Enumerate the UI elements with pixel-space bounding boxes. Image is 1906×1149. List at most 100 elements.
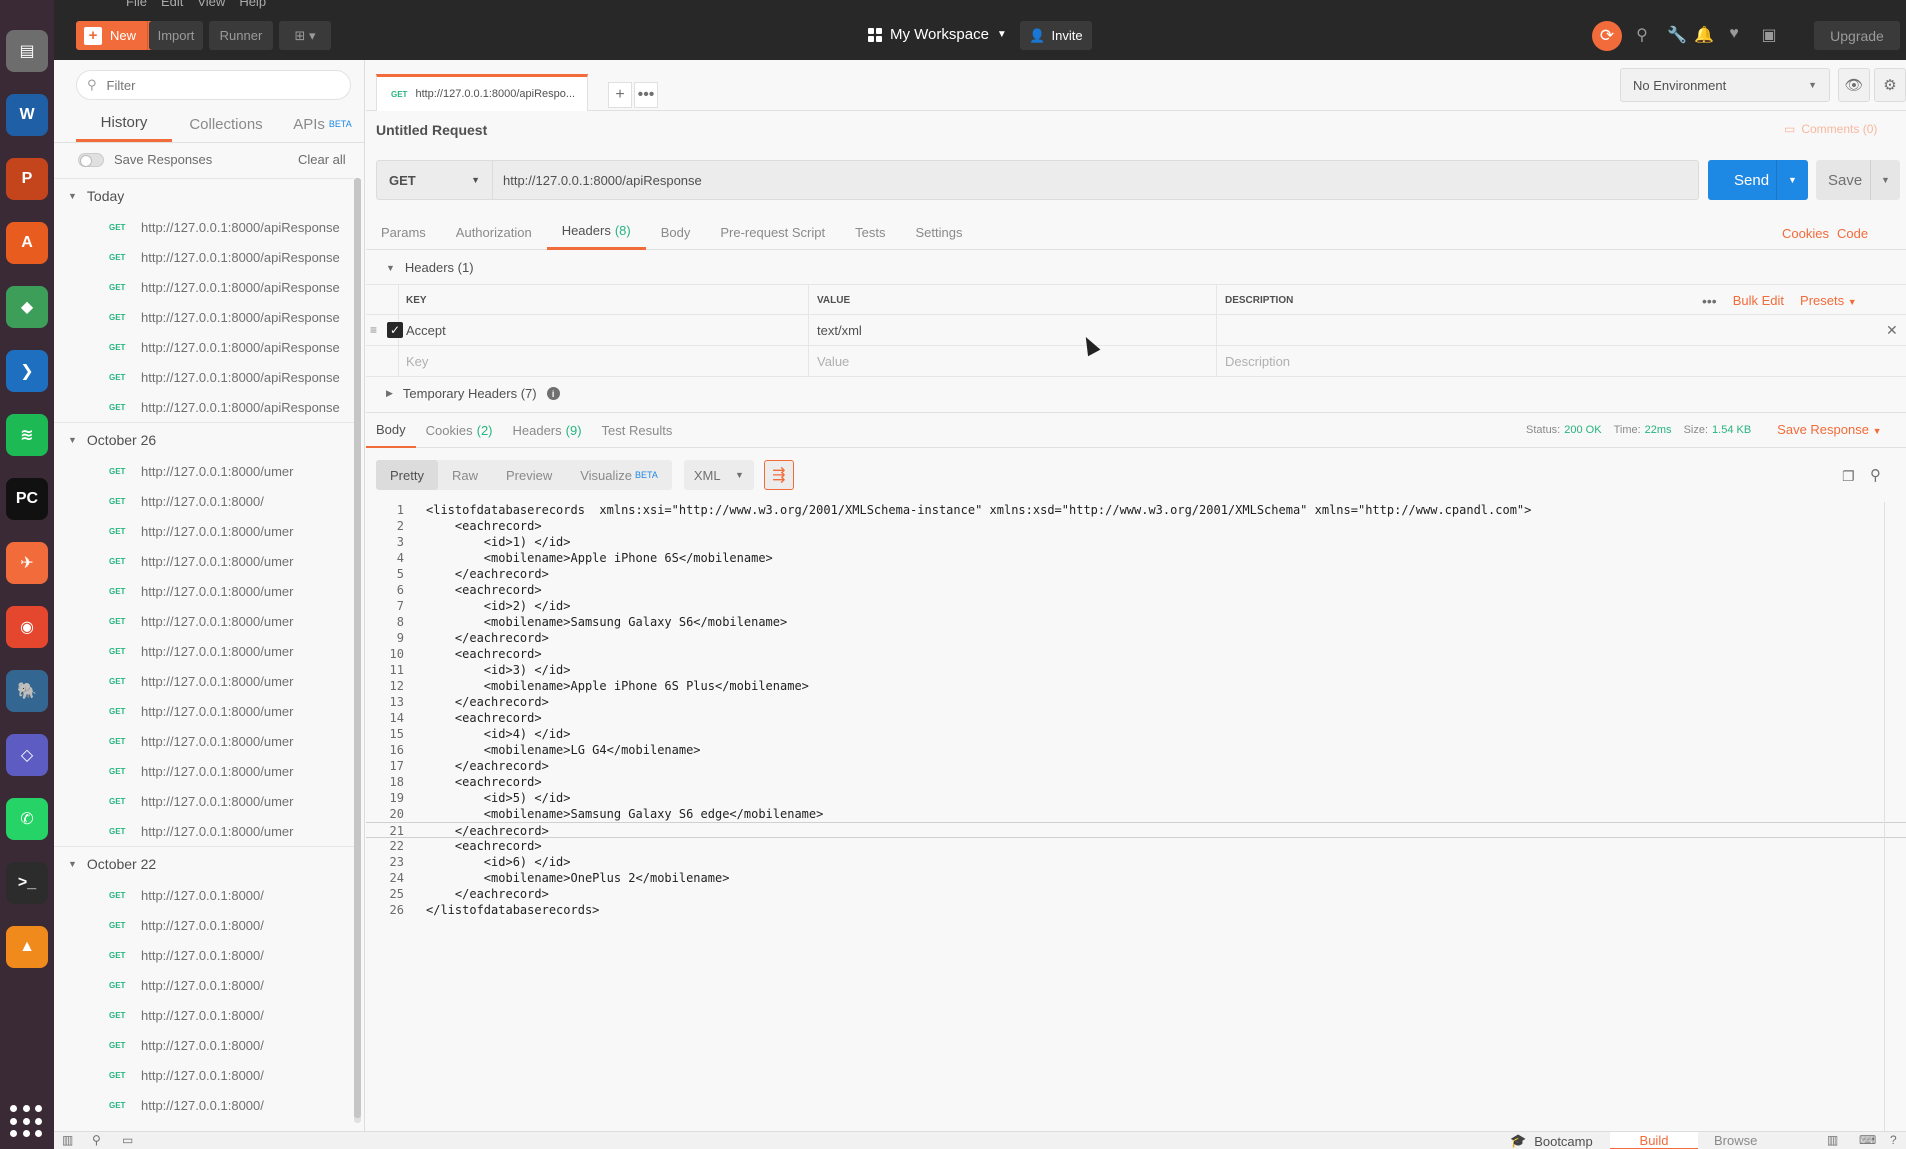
tab-collections[interactable]: Collections bbox=[172, 106, 280, 142]
build-tab[interactable]: Build bbox=[1610, 1132, 1698, 1149]
satellite-icon[interactable]: ⚲ bbox=[1632, 25, 1652, 45]
history-item[interactable]: GET http://127.0.0.1:8000/apiResponse bbox=[54, 332, 354, 362]
console-icon[interactable]: ▭ bbox=[122, 1133, 133, 1147]
sidebar-scrollbar[interactable] bbox=[354, 178, 361, 1123]
history-item[interactable]: GET http://127.0.0.1:8000/umer bbox=[54, 516, 354, 546]
chrome-icon[interactable]: ◉ bbox=[6, 606, 48, 648]
more-tabs-button[interactable]: ••• bbox=[634, 82, 658, 108]
presets-button[interactable]: Presets ▼ bbox=[1800, 293, 1857, 308]
software-center-icon[interactable]: A bbox=[6, 222, 48, 264]
find-icon[interactable]: ⚲ bbox=[92, 1133, 101, 1147]
url-input[interactable]: http://127.0.0.1:8000/apiResponse bbox=[493, 161, 1698, 199]
header-value[interactable]: text/xml bbox=[808, 315, 1216, 346]
writer-icon[interactable]: W bbox=[6, 94, 48, 136]
history-item[interactable]: GET http://127.0.0.1:8000/ bbox=[54, 1000, 354, 1030]
temporary-headers-toggle[interactable]: ▶ Temporary Headers (7) i bbox=[386, 386, 560, 401]
language-select[interactable]: XML ▼ bbox=[683, 460, 754, 490]
format-pretty[interactable]: Pretty bbox=[376, 460, 438, 490]
keyboard-icon[interactable]: ⌨ bbox=[1859, 1133, 1876, 1147]
tab-params[interactable]: Params bbox=[366, 214, 441, 250]
save-dropdown-caret[interactable]: ▼ bbox=[1870, 160, 1900, 200]
workspace-switcher[interactable]: My Workspace ▼ bbox=[868, 26, 1007, 43]
toggle-switch[interactable] bbox=[78, 152, 104, 167]
cookies-link[interactable]: Cookies bbox=[1782, 226, 1829, 241]
filter-input[interactable] bbox=[106, 77, 327, 93]
import-button[interactable]: Import bbox=[149, 21, 203, 50]
postgres-icon[interactable]: 🐘 bbox=[6, 670, 48, 712]
bell-icon[interactable]: 🔔 bbox=[1694, 25, 1714, 45]
tab-pre-request-script[interactable]: Pre-request Script bbox=[705, 214, 840, 250]
sync-icon[interactable]: ⟳ bbox=[1592, 21, 1622, 51]
interceptor-icon[interactable]: ▣ bbox=[1759, 25, 1779, 45]
history-item[interactable]: GET http://127.0.0.1:8000/umer bbox=[54, 666, 354, 696]
browse-tab[interactable]: Browse bbox=[1714, 1133, 1757, 1148]
history-item[interactable]: GET http://127.0.0.1:8000/ bbox=[54, 940, 354, 970]
tab-headers[interactable]: Headers (8) bbox=[546, 214, 646, 250]
search-icon[interactable]: ⚲ bbox=[1870, 466, 1881, 484]
copy-icon[interactable]: ❐ bbox=[1842, 468, 1855, 485]
header-description[interactable] bbox=[1216, 315, 1906, 346]
history-item[interactable]: GET http://127.0.0.1:8000/umer bbox=[54, 756, 354, 786]
format-visualize[interactable]: Visualize BETA bbox=[566, 460, 672, 490]
postman-icon[interactable]: ✈ bbox=[6, 542, 48, 584]
files-icon[interactable]: ▤ bbox=[6, 30, 48, 72]
history-item[interactable]: GET http://127.0.0.1:8000/apiResponse bbox=[54, 212, 354, 242]
response-tab-body[interactable]: Body bbox=[366, 413, 416, 448]
new-value-field[interactable]: Value bbox=[808, 346, 1216, 377]
size-value[interactable]: 1.54 KB bbox=[1712, 424, 1751, 436]
headers-section-toggle[interactable]: ▼ Headers (1) bbox=[386, 260, 474, 275]
history-item[interactable]: GET http://127.0.0.1:8000/ bbox=[54, 970, 354, 1000]
android-studio-icon[interactable]: ◆ bbox=[6, 286, 48, 328]
request-name[interactable]: Untitled Request bbox=[376, 122, 487, 138]
save-response-button[interactable]: Save Response ▼ bbox=[1777, 422, 1881, 437]
comments-button[interactable]: ▭ Comments (0) bbox=[1784, 122, 1877, 136]
history-item[interactable]: GET http://127.0.0.1:8000/ bbox=[54, 1090, 354, 1120]
help-icon[interactable]: ? bbox=[1890, 1133, 1897, 1147]
status-value[interactable]: 200 OK bbox=[1564, 424, 1601, 436]
menu-item[interactable]: Help bbox=[239, 0, 266, 9]
history-item[interactable]: GET http://127.0.0.1:8000/ bbox=[54, 880, 354, 910]
history-item[interactable]: GET http://127.0.0.1:8000/apiResponse bbox=[54, 392, 354, 422]
menu-item[interactable]: File bbox=[126, 0, 147, 9]
history-group-header[interactable]: ▼ Today bbox=[54, 178, 354, 212]
header-key[interactable]: Accept bbox=[406, 315, 446, 346]
format-preview[interactable]: Preview bbox=[492, 460, 566, 490]
show-apps-icon[interactable] bbox=[10, 1105, 44, 1139]
editor-scrollbar[interactable] bbox=[1884, 502, 1885, 1149]
new-description-field[interactable]: Description bbox=[1216, 346, 1906, 377]
history-item[interactable]: GET http://127.0.0.1:8000/umer bbox=[54, 456, 354, 486]
history-item[interactable]: GET http://127.0.0.1:8000/umer bbox=[54, 696, 354, 726]
history-item[interactable]: GET http://127.0.0.1:8000/umer bbox=[54, 636, 354, 666]
history-item[interactable]: GET http://127.0.0.1:8000/umer bbox=[54, 606, 354, 636]
response-tab-headers[interactable]: Headers (9) bbox=[503, 413, 592, 448]
filter-field[interactable]: ⚲ bbox=[76, 70, 351, 100]
tab-tests[interactable]: Tests bbox=[840, 214, 900, 250]
spotify-icon[interactable]: ≋ bbox=[6, 414, 48, 456]
request-tab[interactable]: GET http://127.0.0.1:8000/apiRespo... bbox=[376, 74, 588, 111]
menu-item[interactable]: Edit bbox=[161, 0, 183, 9]
vscode-icon[interactable]: ❯ bbox=[6, 350, 48, 392]
add-tab-button[interactable]: + bbox=[608, 82, 632, 108]
code-link[interactable]: Code bbox=[1837, 226, 1868, 241]
send-button[interactable]: Send ▼ bbox=[1708, 160, 1808, 200]
menu-item[interactable]: View bbox=[197, 0, 225, 9]
sidebar-toggle-icon[interactable]: ▥ bbox=[62, 1133, 73, 1147]
response-body-editor[interactable]: 1 <listofdatabaserecords xmlns:xsi="http:… bbox=[366, 502, 1906, 918]
two-pane-icon[interactable]: ▥ bbox=[1827, 1133, 1838, 1147]
history-group-header[interactable]: ▼ October 22 bbox=[54, 846, 354, 880]
wrap-lines-icon[interactable]: ⇶ bbox=[763, 460, 794, 490]
tab-authorization[interactable]: Authorization bbox=[441, 214, 547, 250]
save-button[interactable]: Save ▼ bbox=[1816, 160, 1900, 200]
tab-settings[interactable]: Settings bbox=[900, 214, 977, 250]
whatsapp-icon[interactable]: ✆ bbox=[6, 798, 48, 840]
history-item[interactable]: GET http://127.0.0.1:8000/umer bbox=[54, 546, 354, 576]
tab-apis[interactable]: APIs BETA bbox=[280, 106, 365, 142]
history-group-header[interactable]: ▼ October 26 bbox=[54, 422, 354, 456]
new-key-field[interactable]: Key bbox=[406, 346, 428, 377]
history-item[interactable]: GET http://127.0.0.1:8000/umer bbox=[54, 816, 354, 846]
impress-icon[interactable]: P bbox=[6, 158, 48, 200]
time-value[interactable]: 22ms bbox=[1645, 424, 1672, 436]
runner-button[interactable]: Runner bbox=[209, 21, 273, 50]
pycharm-icon[interactable]: PC bbox=[6, 478, 48, 520]
history-item[interactable]: GET http://127.0.0.1:8000/umer bbox=[54, 576, 354, 606]
